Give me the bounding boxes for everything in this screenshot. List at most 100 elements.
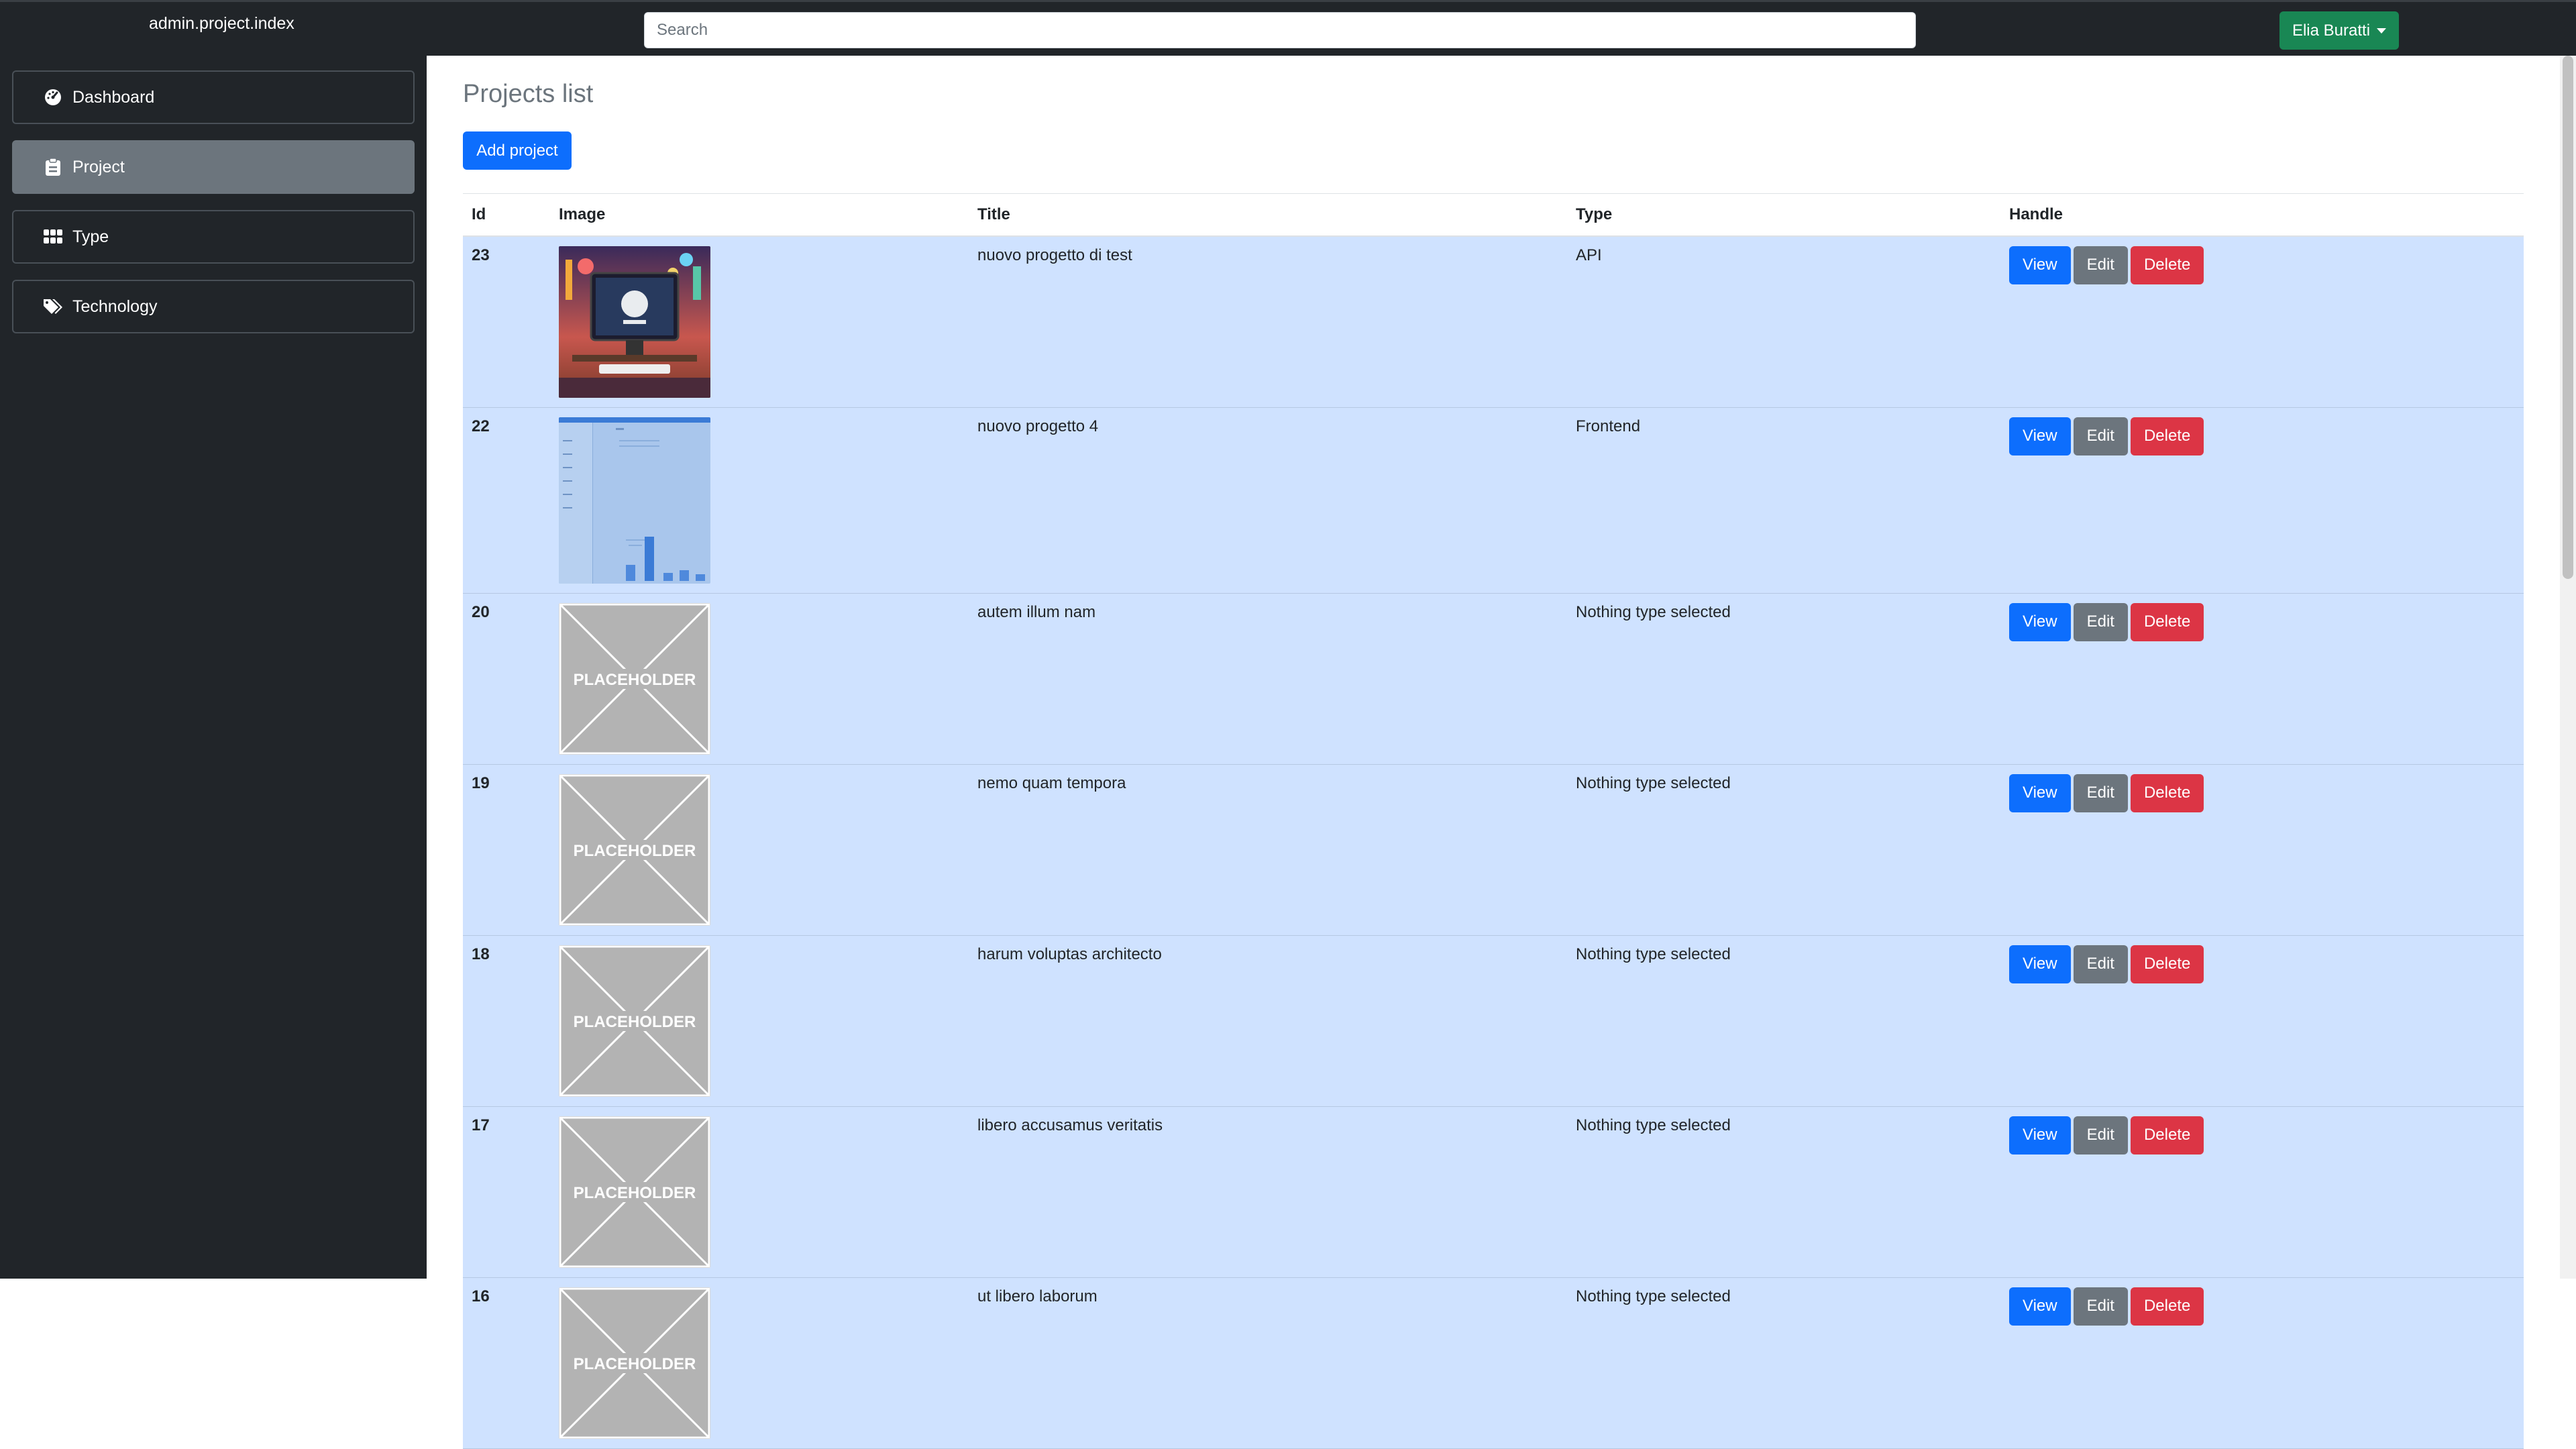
sidebar: Dashboard Project Type Technology — [0, 56, 427, 1279]
delete-button[interactable]: Delete — [2130, 1116, 2204, 1155]
add-project-button[interactable]: Add project — [463, 131, 572, 170]
sidebar-item-label: Dashboard — [72, 87, 155, 107]
row-id: 16 — [463, 1277, 550, 1449]
sidebar-item-label: Technology — [72, 297, 158, 316]
row-image-cell: PLACEHOLDER — [550, 935, 969, 1107]
edit-button[interactable]: Edit — [2073, 246, 2128, 284]
row-image-cell: PLACEHOLDER — [550, 764, 969, 936]
row-title: nemo quam tempora — [969, 764, 1567, 936]
column-header-id: Id — [463, 193, 550, 237]
tags-icon — [43, 297, 63, 317]
delete-button[interactable]: Delete — [2130, 246, 2204, 284]
column-header-image: Image — [550, 193, 969, 237]
top-navbar: admin.project.index Elia Buratti — [0, 0, 2576, 56]
row-handle-cell: View Edit Delete — [2000, 935, 2524, 1107]
view-button[interactable]: View — [2009, 246, 2071, 284]
row-handle-cell: View Edit Delete — [2000, 764, 2524, 936]
page-title: Projects list — [463, 80, 594, 108]
row-type: Nothing type selected — [1567, 764, 2000, 936]
sidebar-item-dashboard[interactable]: Dashboard — [12, 70, 415, 124]
view-button[interactable]: View — [2009, 1287, 2071, 1326]
row-id: 19 — [463, 764, 550, 936]
edit-button[interactable]: Edit — [2073, 1116, 2128, 1155]
row-title: nuovo progetto 4 — [969, 407, 1567, 594]
column-header-title: Title — [969, 193, 1567, 237]
view-button[interactable]: View — [2009, 417, 2071, 455]
row-title: autem illum nam — [969, 593, 1567, 765]
placeholder-image: PLACEHOLDER — [559, 945, 710, 1097]
view-button[interactable]: View — [2009, 602, 2071, 641]
edit-button[interactable]: Edit — [2073, 1287, 2128, 1326]
delete-button[interactable]: Delete — [2130, 773, 2204, 812]
main-content: Projects list Add project Id Image Title… — [427, 56, 2560, 1449]
table-row: 18 PLACEHOLDER harum voluptas architecto… — [463, 935, 2524, 1107]
row-title: ut libero laborum — [969, 1277, 1567, 1449]
row-image-cell: PLACEHOLDER — [550, 593, 969, 765]
gauge-icon — [43, 87, 63, 107]
row-type: Nothing type selected — [1567, 1106, 2000, 1278]
sidebar-item-label: Type — [72, 227, 109, 246]
scrollbar-thumb[interactable] — [2563, 56, 2573, 579]
github-desk-image — [559, 246, 710, 398]
row-type: API — [1567, 235, 2000, 408]
placeholder-image: PLACEHOLDER — [559, 602, 710, 755]
row-type: Nothing type selected — [1567, 935, 2000, 1107]
row-handle-cell: View Edit Delete — [2000, 407, 2524, 594]
edit-button[interactable]: Edit — [2073, 773, 2128, 812]
row-image-cell: PLACEHOLDER — [550, 1106, 969, 1278]
view-button[interactable]: View — [2009, 1116, 2071, 1155]
sidebar-item-technology[interactable]: Technology — [12, 280, 415, 333]
clipboard-icon — [43, 157, 63, 177]
table-row: 20 PLACEHOLDER autem illum nam Nothing t… — [463, 593, 2524, 765]
column-header-handle: Handle — [2000, 193, 2524, 237]
grid-icon — [43, 227, 63, 247]
delete-button[interactable]: Delete — [2130, 417, 2204, 455]
row-handle-cell: View Edit Delete — [2000, 235, 2524, 408]
page-scrollbar[interactable] — [2560, 56, 2576, 1279]
table-row: 17 PLACEHOLDER libero accusamus veritati… — [463, 1106, 2524, 1278]
row-id: 22 — [463, 407, 550, 594]
row-image-cell: PLACEHOLDER — [550, 1277, 969, 1449]
delete-button[interactable]: Delete — [2130, 945, 2204, 983]
view-button[interactable]: View — [2009, 945, 2071, 983]
placeholder-label: PLACEHOLDER — [574, 842, 696, 860]
table-row: 19 PLACEHOLDER nemo quam tempora Nothing… — [463, 764, 2524, 936]
row-type: Nothing type selected — [1567, 593, 2000, 765]
sidebar-item-type[interactable]: Type — [12, 210, 415, 264]
user-menu-button[interactable]: Elia Buratti — [2279, 11, 2399, 50]
search-input[interactable] — [644, 12, 1916, 48]
row-type: Frontend — [1567, 407, 2000, 594]
row-handle-cell: View Edit Delete — [2000, 1106, 2524, 1278]
row-image-cell — [550, 235, 969, 408]
table-row: 23 nuovo progetto di test API View Edit … — [463, 235, 2524, 408]
dashboard-screenshot-image — [559, 417, 710, 584]
caret-down-icon — [2377, 28, 2387, 34]
row-id: 20 — [463, 593, 550, 765]
table-header-row: Id Image Title Type Handle — [463, 193, 2524, 237]
table-row: 22 nuovo progetto 4 Frontend View Edit D… — [463, 407, 2524, 594]
column-header-type: Type — [1567, 193, 2000, 237]
edit-button[interactable]: Edit — [2073, 945, 2128, 983]
placeholder-label: PLACEHOLDER — [574, 671, 696, 689]
brand-title[interactable]: admin.project.index — [149, 14, 294, 34]
view-button[interactable]: View — [2009, 773, 2071, 812]
delete-button[interactable]: Delete — [2130, 602, 2204, 641]
placeholder-label: PLACEHOLDER — [574, 1013, 696, 1031]
row-title: nuovo progetto di test — [969, 235, 1567, 408]
placeholder-label: PLACEHOLDER — [574, 1355, 696, 1373]
row-image-cell — [550, 407, 969, 594]
row-title: libero accusamus veritatis — [969, 1106, 1567, 1278]
edit-button[interactable]: Edit — [2073, 417, 2128, 455]
row-handle-cell: View Edit Delete — [2000, 593, 2524, 765]
row-id: 18 — [463, 935, 550, 1107]
sidebar-item-label: Project — [72, 157, 125, 176]
placeholder-image: PLACEHOLDER — [559, 1116, 710, 1268]
row-id: 17 — [463, 1106, 550, 1278]
table-row: 16 PLACEHOLDER ut libero laborum Nothing… — [463, 1277, 2524, 1449]
edit-button[interactable]: Edit — [2073, 602, 2128, 641]
sidebar-item-project[interactable]: Project — [12, 140, 415, 194]
row-id: 23 — [463, 235, 550, 408]
user-name: Elia Buratti — [2292, 21, 2371, 40]
delete-button[interactable]: Delete — [2130, 1287, 2204, 1326]
row-handle-cell: View Edit Delete — [2000, 1277, 2524, 1449]
